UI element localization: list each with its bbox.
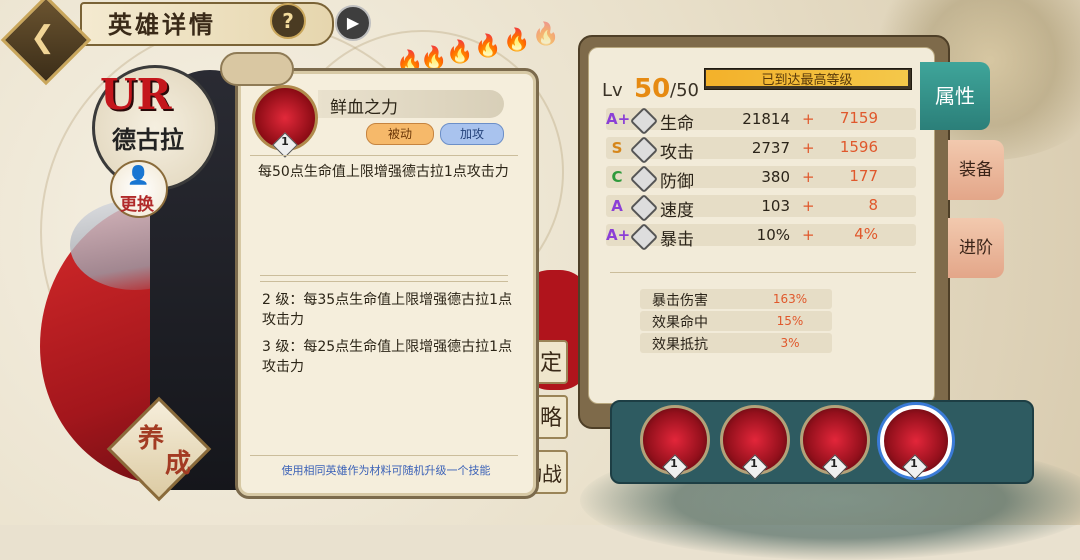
swap-label[interactable]: 更换 [120,190,154,215]
stat-name: 生命 [660,114,694,134]
level-max: /50 [670,80,699,101]
stat-base-value: 103 [761,197,790,215]
stat-grade: C [611,168,623,186]
stat-bonus-value: 177 [849,167,878,185]
sub-stat-name: 暴击伤害 [652,293,708,309]
level-label: Lv [602,80,623,101]
skill-level: 1 [281,135,289,148]
nurture-label[interactable]: 养 [138,418,164,455]
skill-slot-level: 1 [750,457,758,470]
stat-plus: + [802,168,815,186]
skill-slot-level: 1 [830,457,838,470]
rarity-label: UR [100,70,172,119]
hero-name: 德古拉 [112,125,184,154]
stat-base-value: 380 [761,168,790,186]
tag-passive: 被动 [366,123,434,145]
stat-bonus-value: 4% [854,225,878,243]
flame-icon: 🔥 [446,40,474,65]
tag-attack-buff: 加攻 [440,123,504,145]
sub-stat-name: 效果命中 [652,315,708,331]
page-title: 英雄详情 [108,11,216,39]
divider [610,272,916,273]
stat-plus: + [802,226,815,244]
flame-icon: 🔥 [474,34,502,59]
sub-stat-value: 3% [780,336,800,350]
person-icon: 👤 [127,165,150,186]
stat-name: 速度 [660,201,694,221]
skill-slot-level: 1 [910,457,918,470]
help-icon[interactable]: ? [270,3,306,39]
stat-bonus-value: 7159 [839,109,878,127]
skill-upgrade-level-3: 3 级：每25点生命值上限增强德古拉1点攻击力 [262,339,513,375]
flame-icon-empty: 🔥 [532,22,560,47]
skill-name: 鲜血之力 [330,98,398,118]
skill-description: 每50点生命值上限增强德古拉1点攻击力 [258,164,509,180]
cloud-ornament [220,52,294,86]
stat-name: 暴击 [660,230,694,250]
sub-stat-value: 163% [772,292,808,306]
skill-footer-hint: 使用相同英雄作为材料可随机升级一个技能 [281,464,491,477]
play-icon[interactable]: ▶ [335,5,371,41]
stat-grade: A+ [606,110,631,128]
level-current: 50 [634,74,671,104]
stat-grade: S [611,139,623,157]
tab-advance[interactable]: 进阶 [948,218,1004,278]
stat-base-value: 21814 [742,110,790,128]
sub-stat-name: 效果抵抗 [652,337,708,353]
stat-name: 攻击 [660,143,694,163]
divider [250,455,518,456]
level-status: 已到达最高等级 [761,73,853,88]
divider [260,275,508,276]
skill-upgrade-level-2: 2 级：每35点生命值上限增强德古拉1点攻击力 [262,292,513,328]
back-icon[interactable]: ❮ [30,20,55,55]
flame-icon: 🔥 [503,28,531,53]
stat-plus: + [802,197,815,215]
skill-slot-level: 1 [670,457,678,470]
divider [250,155,518,156]
stat-bonus-value: 8 [868,196,878,214]
nurture-label[interactable]: 成 [165,443,191,480]
stat-bonus-value: 1596 [839,138,878,156]
tab-attributes[interactable]: 属性 [920,62,990,130]
stat-name: 防御 [660,172,694,192]
sub-stat-value: 15% [776,314,804,328]
stat-base-value: 2737 [751,139,790,157]
stat-base-value: 10% [756,226,790,244]
stat-plus: + [802,139,815,157]
stat-grade: A+ [606,226,631,244]
stat-grade: A [611,197,623,215]
stat-plus: + [802,110,815,128]
divider [260,281,508,282]
tab-equipment[interactable]: 装备 [948,140,1004,200]
